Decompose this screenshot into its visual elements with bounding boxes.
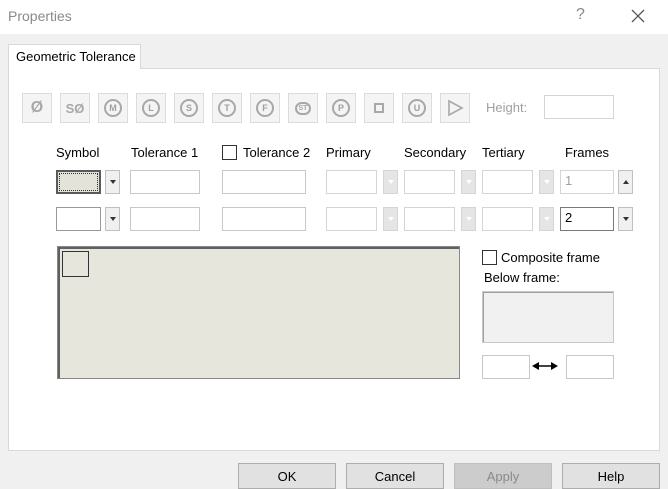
help-icon[interactable]: ? — [576, 6, 585, 24]
frames-input-row1[interactable]: 1 — [560, 170, 614, 194]
chevron-down-icon — [622, 217, 629, 221]
chevron-down-icon — [543, 180, 550, 184]
chevron-down-icon — [543, 217, 550, 221]
title-bar: Properties ? — [0, 0, 668, 34]
chevron-down-icon — [465, 217, 472, 221]
chevron-down-icon — [109, 217, 116, 221]
help-button[interactable]: Help — [562, 463, 660, 489]
symbol-selector-row1[interactable] — [56, 170, 101, 194]
composite-frame-checkbox[interactable] — [482, 250, 497, 265]
unequal-button[interactable]: U — [402, 93, 432, 123]
frames-input-row2[interactable]: 2 — [560, 207, 614, 231]
tolerance2-input-row2[interactable] — [222, 207, 306, 231]
spherical-diameter-button[interactable]: SØ — [60, 93, 90, 123]
tertiary-input-row2[interactable] — [482, 207, 533, 231]
tolerance1-input-row2[interactable] — [130, 207, 200, 231]
primary-dropdown-row1[interactable] — [383, 170, 398, 194]
tolerance1-input-row1[interactable] — [130, 170, 200, 194]
primary-input-row2[interactable] — [326, 207, 377, 231]
least-material-icon: L — [142, 99, 160, 117]
below-frame-box[interactable] — [482, 291, 614, 343]
square-icon — [374, 103, 384, 113]
spherical-diameter-icon: SØ — [65, 100, 85, 116]
free-state-icon: F — [256, 99, 274, 117]
projected-icon: P — [332, 99, 350, 117]
regardless-feature-size-icon: S — [180, 99, 198, 117]
frames-header: Frames — [565, 145, 610, 160]
window-title: Properties — [8, 8, 72, 24]
double-arrow-icon — [532, 362, 558, 370]
apply-button[interactable]: Apply — [454, 463, 552, 489]
height-label: Height: — [486, 100, 528, 115]
max-material-icon: M — [104, 99, 122, 117]
below-frame-label: Below frame: — [484, 270, 560, 285]
symbol-dropdown-row1[interactable] — [105, 170, 120, 194]
free-state-button[interactable]: F — [250, 93, 280, 123]
ok-button[interactable]: OK — [238, 463, 336, 489]
tolerance1-header: Tolerance 1 — [131, 145, 199, 160]
secondary-header: Secondary — [404, 145, 467, 160]
tolerance2-header: Tolerance 2 — [243, 145, 311, 160]
all-around-button[interactable] — [440, 93, 470, 123]
square-button[interactable] — [364, 93, 394, 123]
tertiary-dropdown-row1[interactable] — [539, 170, 554, 194]
spacing-right-input[interactable] — [566, 355, 614, 379]
frames-spin-down[interactable] — [618, 207, 633, 231]
spacing-left-input[interactable] — [482, 355, 530, 379]
primary-input-row1[interactable] — [326, 170, 377, 194]
chevron-down-icon — [387, 180, 394, 184]
chevron-up-icon — [622, 180, 629, 184]
diameter-button[interactable]: Ø — [22, 93, 52, 123]
tab-geometric-tolerance[interactable]: Geometric Tolerance — [8, 44, 141, 69]
diameter-icon: Ø — [30, 99, 44, 116]
symbol-header: Symbol — [56, 145, 100, 160]
tertiary-header: Tertiary — [482, 145, 525, 160]
tolerance2-input-row1[interactable] — [222, 170, 306, 194]
chevron-down-icon — [387, 217, 394, 221]
chevron-down-icon — [109, 180, 116, 184]
tangent-plane-icon: T — [218, 99, 236, 117]
primary-dropdown-row2[interactable] — [383, 207, 398, 231]
secondary-dropdown-row2[interactable] — [461, 207, 476, 231]
height-input[interactable] — [544, 95, 614, 119]
cancel-button[interactable]: Cancel — [346, 463, 444, 489]
preview-area — [57, 246, 460, 379]
primary-header: Primary — [326, 145, 371, 160]
tolerance2-checkbox[interactable] — [222, 145, 237, 160]
symbol-selector-row2[interactable] — [56, 207, 101, 231]
tertiary-dropdown-row2[interactable] — [539, 207, 554, 231]
secondary-dropdown-row1[interactable] — [461, 170, 476, 194]
frames-spin-up[interactable] — [618, 170, 633, 194]
symbol-dropdown-row2[interactable] — [105, 207, 120, 231]
projected-button[interactable]: P — [326, 93, 356, 123]
close-icon[interactable] — [628, 6, 648, 26]
statistical-icon: ST — [294, 101, 312, 115]
secondary-input-row2[interactable] — [404, 207, 455, 231]
triangle-icon — [448, 99, 464, 117]
unequal-icon: U — [408, 99, 426, 117]
chevron-down-icon — [465, 180, 472, 184]
max-material-button[interactable]: M — [98, 93, 128, 123]
secondary-input-row1[interactable] — [404, 170, 455, 194]
preview-cell — [62, 251, 89, 277]
composite-frame-label: Composite frame — [501, 250, 600, 265]
least-material-button[interactable]: L — [136, 93, 166, 123]
tertiary-input-row1[interactable] — [482, 170, 533, 194]
tangent-plane-button[interactable]: T — [212, 93, 242, 123]
statistical-button[interactable]: ST — [288, 93, 318, 123]
regardless-feature-size-button[interactable]: S — [174, 93, 204, 123]
